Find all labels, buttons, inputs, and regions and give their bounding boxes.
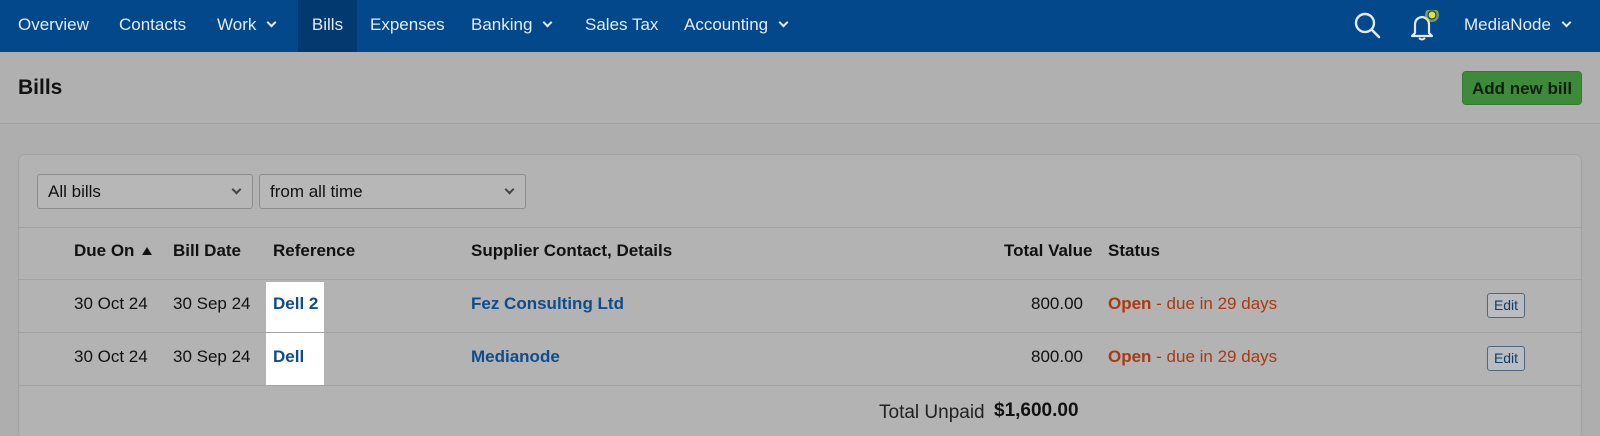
column-header-supplier[interactable]: Supplier Contact, Details <box>471 241 672 261</box>
chevron-down-icon <box>542 17 553 28</box>
total-unpaid-value: $1,600.00 <box>994 400 1079 421</box>
chevron-down-icon <box>1561 17 1572 28</box>
nav-item-sales-tax[interactable]: Sales Tax <box>585 0 658 52</box>
page-title: Bills <box>18 76 63 99</box>
filter-bar: All bills from all time <box>19 155 1583 228</box>
supplier-link[interactable]: Medianode <box>471 347 560 367</box>
nav-item-accounting[interactable]: Accounting <box>684 0 789 52</box>
nav-item-banking[interactable]: Banking <box>471 0 553 52</box>
table-cell-bill-date: 30 Sep 24 <box>173 347 251 366</box>
chevron-down-icon <box>231 184 242 195</box>
nav-item-contacts[interactable]: Contacts <box>119 0 186 52</box>
divider <box>18 332 1582 333</box>
column-header-bill-date[interactable]: Bill Date <box>173 241 241 261</box>
status-text: Open - due in 29 days <box>1108 294 1278 313</box>
table-cell-total-value: 800.00 <box>1031 294 1083 313</box>
total-unpaid-label: Total Unpaid <box>879 402 985 423</box>
column-header-reference[interactable]: Reference <box>273 241 355 261</box>
bills-card: All bills from all time <box>18 154 1583 436</box>
account-menu[interactable]: MediaNode <box>1464 0 1572 52</box>
table-cell-due-on: 30 Oct 24 <box>74 294 148 313</box>
nav-item-expenses[interactable]: Expenses <box>370 0 445 52</box>
reference-link[interactable]: Dell <box>273 347 304 367</box>
chevron-down-icon <box>266 17 277 28</box>
search-icon[interactable] <box>1352 10 1384 42</box>
nav-item-bills[interactable]: Bills <box>298 0 357 52</box>
status-text: Open - due in 29 days <box>1108 347 1278 366</box>
add-new-bill-button[interactable]: Add new bill <box>1462 71 1582 105</box>
reference-link[interactable]: Dell 2 <box>273 294 318 314</box>
top-navigation-bar: Overview Contacts Work Bills Expenses Ba… <box>0 0 1600 52</box>
page-header: Bills <box>0 52 1600 124</box>
divider <box>18 385 1582 386</box>
chevron-down-icon <box>504 184 515 195</box>
column-header-status[interactable]: Status <box>1108 241 1160 261</box>
period-select[interactable]: from all time <box>259 174 526 209</box>
nav-item-overview[interactable]: Overview <box>18 0 89 52</box>
bell-icon[interactable] <box>1407 8 1439 42</box>
edit-button[interactable]: Edit <box>1487 346 1525 371</box>
divider <box>18 279 1582 280</box>
table-cell-total-value: 800.00 <box>1031 347 1083 366</box>
supplier-link[interactable]: Fez Consulting Ltd <box>471 294 624 314</box>
sort-ascending-icon <box>142 247 153 255</box>
bill-type-select[interactable]: All bills <box>37 174 253 209</box>
chevron-down-icon <box>778 17 789 28</box>
column-header-total-value[interactable]: Total Value <box>1004 241 1093 261</box>
table-cell-bill-date: 30 Sep 24 <box>173 294 251 313</box>
nav-item-work[interactable]: Work <box>217 0 277 52</box>
edit-button[interactable]: Edit <box>1487 293 1525 318</box>
column-header-due-on[interactable]: Due On <box>74 241 153 261</box>
table-cell-due-on: 30 Oct 24 <box>74 347 148 366</box>
